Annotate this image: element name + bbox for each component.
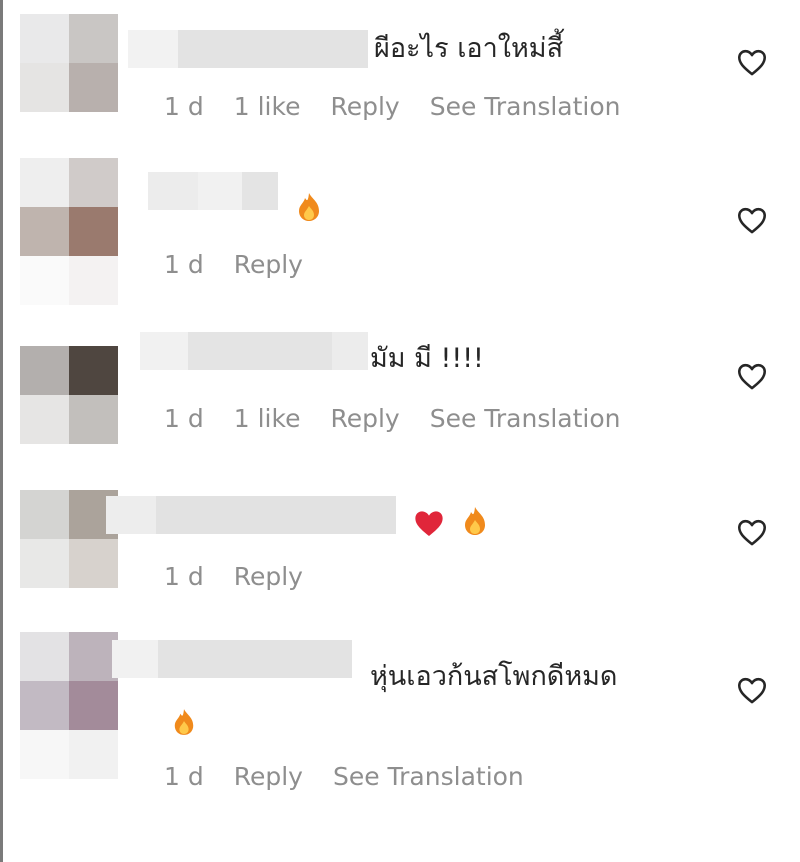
see-translation-button[interactable]: See Translation <box>430 92 621 121</box>
red-heart-emoji <box>412 508 446 542</box>
reply-button[interactable]: Reply <box>330 404 399 433</box>
reply-button[interactable]: Reply <box>234 562 303 591</box>
heart-outline-icon[interactable] <box>736 676 768 704</box>
comment-item: หุ่นเอวก้นสโพกดีหมด 1 d Reply See Translat… <box>0 632 800 812</box>
comment-meta: 1 d Reply <box>164 250 333 279</box>
fire-emoji <box>296 192 322 226</box>
reply-button[interactable]: Reply <box>234 250 303 279</box>
heart-outline-icon[interactable] <box>736 362 768 390</box>
timestamp[interactable]: 1 d <box>164 92 204 121</box>
timestamp[interactable]: 1 d <box>164 250 204 279</box>
comment-text: ผีอะไร เอาใหม่สี้ <box>374 33 564 64</box>
comment-text: มัม มี !!!! <box>370 343 484 374</box>
comment-item: 1 d Reply <box>0 490 800 630</box>
avatar[interactable] <box>20 490 118 588</box>
timestamp[interactable]: 1 d <box>164 562 204 591</box>
like-count[interactable]: 1 like <box>234 92 301 121</box>
fire-emoji <box>462 506 488 540</box>
avatar[interactable] <box>20 346 118 444</box>
comment-text: หุ่นเอวก้นสโพกดีหมด <box>370 661 618 692</box>
avatar[interactable] <box>20 14 118 112</box>
see-translation-button[interactable]: See Translation <box>333 762 524 791</box>
avatar[interactable] <box>20 632 118 779</box>
comment-item: ผีอะไร เอาใหม่สี้ 1 d 1 like Reply See Tran… <box>0 14 800 154</box>
comment-meta: 1 d Reply <box>164 562 333 591</box>
comment-meta: 1 d Reply See Translation <box>164 762 554 791</box>
fire-emoji <box>172 708 196 740</box>
see-translation-button[interactable]: See Translation <box>430 404 621 433</box>
comment-item: 1 d Reply <box>0 158 800 318</box>
timestamp[interactable]: 1 d <box>164 404 204 433</box>
heart-outline-icon[interactable] <box>736 48 768 76</box>
reply-button[interactable]: Reply <box>234 762 303 791</box>
heart-outline-icon[interactable] <box>736 206 768 234</box>
like-count[interactable]: 1 like <box>234 404 301 433</box>
avatar[interactable] <box>20 158 118 305</box>
heart-outline-icon[interactable] <box>736 518 768 546</box>
timestamp[interactable]: 1 d <box>164 762 204 791</box>
comment-item: มัม มี !!!! 1 d 1 like Reply See Translatio… <box>0 332 800 486</box>
reply-button[interactable]: Reply <box>330 92 399 121</box>
comment-meta: 1 d 1 like Reply See Translation <box>164 404 651 433</box>
comment-meta: 1 d 1 like Reply See Translation <box>164 92 651 121</box>
